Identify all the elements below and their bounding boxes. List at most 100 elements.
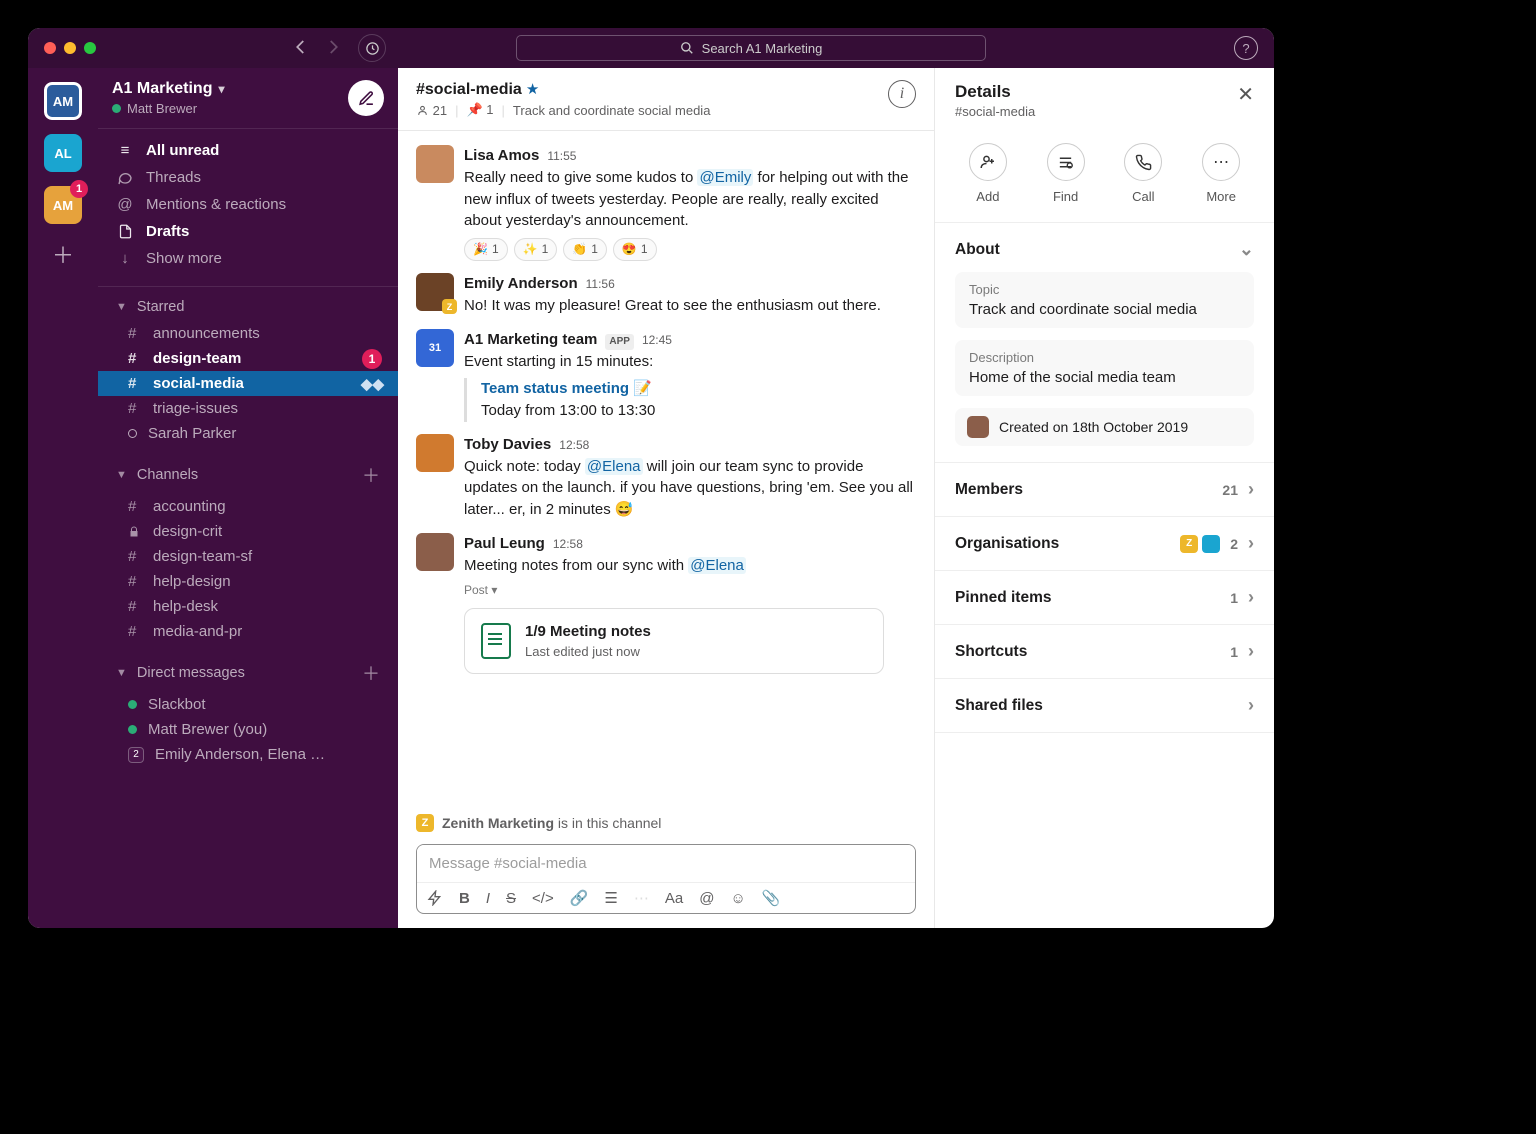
compose-button[interactable] [348,80,384,116]
channel-triage-issues[interactable]: #triage-issues [98,396,398,421]
message-author[interactable]: Toby Davies [464,434,551,456]
dm-self[interactable]: Matt Brewer (you) [98,717,398,742]
channel-name[interactable]: #social-media★ [416,80,710,99]
description-box[interactable]: Description Home of the social media tea… [955,340,1254,396]
pins-count[interactable]: 📌 1 [466,102,493,118]
dms-header[interactable]: ▼Direct messages＋ [98,654,398,692]
channel-header: #social-media★ 21 | 📌 1 | Track and coor… [398,68,934,131]
help-button[interactable]: ? [1234,36,1258,60]
add-workspace-button[interactable]: ＋ [52,238,74,270]
created-text: Created on 18th October 2019 [999,419,1188,435]
chevron-down-icon: ↓ [116,250,134,267]
shortcuts-row[interactable]: Shortcuts1› [935,625,1274,679]
description-label: Description [969,350,1240,365]
channel-help-desk[interactable]: #help-desk [98,594,398,619]
star-icon[interactable]: ★ [526,81,539,98]
avatar[interactable] [416,434,454,472]
starred-header[interactable]: ▼Starred [98,293,398,321]
pinned-row[interactable]: Pinned items1› [935,571,1274,625]
close-window-icon[interactable] [44,42,56,54]
minimize-window-icon[interactable] [64,42,76,54]
nav-all-unread[interactable]: ≡All unread [98,137,398,164]
channel-topic[interactable]: Track and coordinate social media [513,103,711,118]
topic-box[interactable]: Topic Track and coordinate social media [955,272,1254,328]
channel-announcements[interactable]: #announcements [98,321,398,346]
avatar[interactable]: Z [416,273,454,311]
forward-button[interactable] [320,34,346,60]
event-title: Team status meeting 📝 [481,378,916,400]
find-action[interactable]: Find [1047,143,1085,204]
format-icon[interactable]: Aa [665,890,683,907]
caret-down-icon: ▼ [116,667,127,679]
shortcuts-icon[interactable] [427,890,443,906]
reaction[interactable]: 😍1 [613,238,657,261]
post-label[interactable]: Post ▾ [464,582,916,599]
avatar[interactable] [416,145,454,183]
reaction[interactable]: 👏1 [563,238,607,261]
message-author[interactable]: Paul Leung [464,533,545,555]
members-row[interactable]: Members21› [935,463,1274,517]
more-action[interactable]: ⋯More [1202,143,1240,204]
back-button[interactable] [288,34,314,60]
reaction[interactable]: 🎉1 [464,238,508,261]
message: Toby Davies12:58 Quick note: today @Elen… [416,428,916,527]
post-attachment[interactable]: 1/9 Meeting notes Last edited just now [464,608,884,675]
code-icon[interactable]: </> [532,890,554,907]
reaction[interactable]: ✨1 [514,238,558,261]
call-action[interactable]: Call [1124,143,1162,204]
nav-drafts[interactable]: Drafts [98,218,398,245]
workspace-am[interactable]: AM [44,82,82,120]
channel-design-team[interactable]: #design-team1 [98,346,398,371]
channel-help-design[interactable]: #help-design [98,569,398,594]
list-icon[interactable]: ☰ [604,889,617,907]
shared-files-row[interactable]: Shared files› [935,679,1274,733]
nav-threads[interactable]: Threads [98,164,398,191]
mention-icon[interactable]: @ [699,890,714,907]
channel-accounting[interactable]: #accounting [98,494,398,519]
channels-header[interactable]: ▼Channels＋ [98,456,398,494]
creator-avatar[interactable] [967,416,989,438]
event-time: Today from 13:00 to 13:30 [481,400,916,422]
dm-slackbot[interactable]: Slackbot [98,692,398,717]
message-author[interactable]: Lisa Amos [464,145,539,167]
emoji-icon[interactable]: ☺ [730,890,745,907]
close-button[interactable]: ✕ [1237,82,1254,107]
organisations-row[interactable]: OrganisationsZ2› [935,517,1274,571]
sidebar-header[interactable]: A1 Marketing ▾ Matt Brewer [98,68,398,129]
composer-input[interactable] [417,845,915,882]
add-action[interactable]: Add [969,143,1007,204]
message-author[interactable]: A1 Marketing team [464,329,597,351]
about-header[interactable]: About⌄ [955,239,1254,260]
mention[interactable]: @Elena [688,557,746,574]
channel-social-media[interactable]: #social-media◆◆ [98,371,398,396]
channel-design-team-sf[interactable]: #design-team-sf [98,544,398,569]
link-icon[interactable]: 🔗 [570,889,589,907]
maximize-window-icon[interactable] [84,42,96,54]
channel-media-and-pr[interactable]: #media-and-pr [98,619,398,644]
nav-show-more[interactable]: ↓Show more [98,245,398,272]
dm-group[interactable]: 2Emily Anderson, Elena … [98,742,398,767]
app-window: Search A1 Marketing ? AM AL AM1 ＋ A1 Mar… [28,28,1274,928]
channel-shared-icon: ◆◆ [361,375,384,393]
nav-mentions[interactable]: @Mentions & reactions [98,191,398,218]
members-count[interactable]: 21 [416,103,447,118]
search-bar[interactable]: Search A1 Marketing [516,35,986,61]
channel-design-crit[interactable]: design-crit [98,519,398,544]
event-attachment[interactable]: Team status meeting 📝 Today from 13:00 t… [464,378,916,422]
avatar[interactable] [416,533,454,571]
strikethrough-icon[interactable]: S [506,890,516,907]
history-button[interactable] [358,34,386,62]
mention[interactable]: @Elena [585,458,643,475]
workspace-al[interactable]: AL [44,134,82,172]
avatar[interactable]: 31 [416,329,454,367]
attach-icon[interactable]: 📎 [762,889,781,907]
italic-icon[interactable]: I [486,890,490,907]
bold-icon[interactable]: B [459,890,470,907]
add-dm-button[interactable]: ＋ [362,660,380,686]
message-author[interactable]: Emily Anderson [464,273,578,295]
workspace-am2[interactable]: AM1 [44,186,82,224]
mention[interactable]: @Emily [697,169,753,186]
dm-sarah-parker[interactable]: Sarah Parker [98,421,398,446]
channel-info-button[interactable]: i [888,80,916,108]
add-channel-button[interactable]: ＋ [362,462,380,488]
